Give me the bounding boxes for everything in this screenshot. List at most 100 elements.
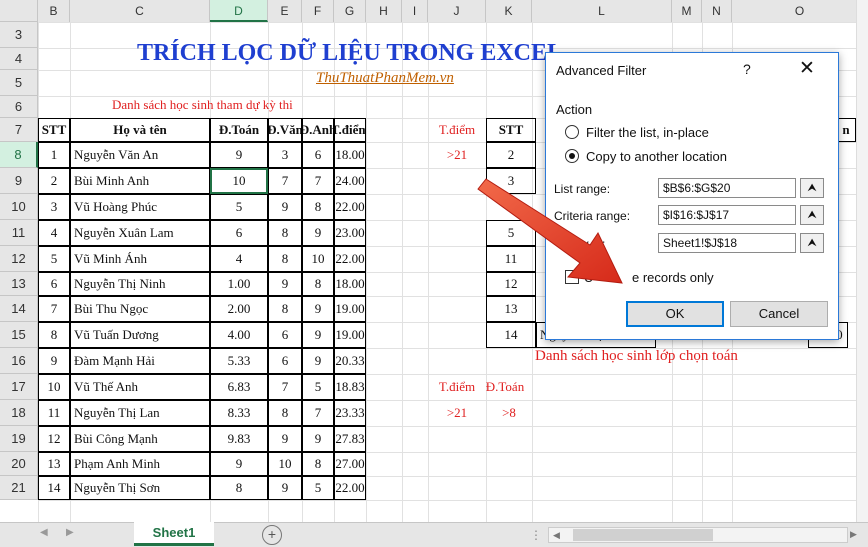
table-cell[interactable]: 5.33: [210, 348, 268, 374]
table-cell[interactable]: 9: [268, 426, 302, 452]
criteria1-value[interactable]: >21: [428, 142, 486, 168]
row-header-5[interactable]: 5: [0, 70, 38, 96]
copy-to-input[interactable]: Sheet1!$J$18: [658, 233, 796, 253]
table-header-cell[interactable]: STT: [38, 118, 70, 142]
column-header-h[interactable]: H: [366, 0, 402, 22]
vertical-scrollbar[interactable]: [856, 0, 868, 522]
criteria2-value-total[interactable]: >21: [428, 400, 486, 426]
table-cell[interactable]: 8: [302, 194, 334, 220]
table-cell[interactable]: 9: [302, 322, 334, 348]
table-cell[interactable]: Nguyễn Xuân Lam: [70, 220, 210, 246]
table-cell[interactable]: 1.00: [210, 272, 268, 296]
scroll-thumb[interactable]: [573, 529, 713, 541]
table-cell[interactable]: 12: [38, 426, 70, 452]
row-header-4[interactable]: 4: [0, 48, 38, 70]
table-cell[interactable]: 5: [38, 246, 70, 272]
table-cell[interactable]: 6.83: [210, 374, 268, 400]
table-cell[interactable]: 8: [38, 322, 70, 348]
table-cell[interactable]: 10: [302, 246, 334, 272]
row-header-17[interactable]: 17: [0, 374, 38, 400]
table-cell[interactable]: 5: [210, 194, 268, 220]
table-cell[interactable]: 18.83: [334, 374, 366, 400]
table-cell[interactable]: 8: [302, 272, 334, 296]
table-cell[interactable]: 8: [268, 246, 302, 272]
result-stt-cell[interactable]: 13: [486, 296, 536, 322]
tab-sheet1[interactable]: Sheet1: [134, 522, 214, 546]
tab-split-handle[interactable]: ⋮: [530, 528, 542, 542]
table-cell[interactable]: Nguyễn Thị Ninh: [70, 272, 210, 296]
column-header-f[interactable]: F: [302, 0, 334, 22]
table-cell[interactable]: 27.83: [334, 426, 366, 452]
table-cell[interactable]: 13: [38, 452, 70, 476]
table-header-cell[interactable]: Đ.Anh: [302, 118, 334, 142]
table-cell[interactable]: 8: [268, 400, 302, 426]
add-sheet-icon[interactable]: +: [262, 525, 282, 545]
column-header-b[interactable]: B: [38, 0, 70, 22]
table-cell[interactable]: 7: [38, 296, 70, 322]
column-header-n[interactable]: N: [702, 0, 732, 22]
list-range-input[interactable]: $B$6:$G$20: [658, 178, 796, 198]
table-cell[interactable]: Bùi Công Mạnh: [70, 426, 210, 452]
table-cell[interactable]: 6: [268, 322, 302, 348]
table-cell[interactable]: 6: [38, 272, 70, 296]
criteria-range-input[interactable]: $I$16:$J$17: [658, 205, 796, 225]
table-cell[interactable]: Vũ Tuấn Dương: [70, 322, 210, 348]
table-cell[interactable]: 1: [38, 142, 70, 168]
criteria2-value-math[interactable]: >8: [486, 400, 532, 426]
column-header-i[interactable]: I: [402, 0, 428, 22]
criteria-range-collapse-button[interactable]: ⮝: [800, 205, 824, 225]
row-header-12[interactable]: 12: [0, 246, 38, 272]
row-header-15[interactable]: 15: [0, 322, 38, 348]
table-cell[interactable]: 9: [268, 272, 302, 296]
row-header-19[interactable]: 19: [0, 426, 38, 452]
copy-to-collapse-button[interactable]: ⮝: [800, 233, 824, 253]
table-cell[interactable]: 9: [268, 476, 302, 500]
filter-in-place-radio[interactable]: [565, 125, 579, 139]
scroll-right-icon[interactable]: ▶: [850, 529, 857, 540]
table-cell[interactable]: 18.00: [334, 272, 366, 296]
column-header-k[interactable]: K: [486, 0, 532, 22]
table-cell[interactable]: 8: [210, 476, 268, 500]
table-cell[interactable]: Bùi Minh Anh: [70, 168, 210, 194]
table-header-cell[interactable]: Đ.Văn: [268, 118, 302, 142]
list-range-collapse-button[interactable]: ⮝: [800, 178, 824, 198]
row-header-7[interactable]: 7: [0, 118, 38, 142]
copy-to-location-label[interactable]: Copy to another location: [586, 149, 727, 164]
table-cell[interactable]: 22.00: [334, 476, 366, 500]
table-header-cell[interactable]: Đ.Toán: [210, 118, 268, 142]
table-cell[interactable]: 9: [302, 348, 334, 374]
criteria2-header-math[interactable]: Đ.Toán: [480, 374, 530, 400]
row-header-20[interactable]: 20: [0, 452, 38, 476]
table-cell[interactable]: 2.00: [210, 296, 268, 322]
table-cell[interactable]: 4: [38, 220, 70, 246]
row-header-18[interactable]: 18: [0, 400, 38, 426]
table-cell[interactable]: 20.33: [334, 348, 366, 374]
column-header-o[interactable]: O: [732, 0, 868, 22]
table-cell[interactable]: Vũ Hoàng Phúc: [70, 194, 210, 220]
column-header-d[interactable]: D: [210, 0, 268, 22]
table-cell[interactable]: Vũ Minh Ánh: [70, 246, 210, 272]
table-cell[interactable]: 27.00: [334, 452, 366, 476]
table-cell[interactable]: Nguyễn Văn An: [70, 142, 210, 168]
horizontal-scrollbar[interactable]: ◀: [548, 527, 848, 543]
table-cell[interactable]: Nguyễn Thị Lan: [70, 400, 210, 426]
table-cell[interactable]: 2: [38, 168, 70, 194]
table-header-cell[interactable]: T.điểm: [334, 118, 366, 142]
table-cell[interactable]: 8: [302, 452, 334, 476]
column-header-g[interactable]: G: [334, 0, 366, 22]
row-header-6[interactable]: 6: [0, 96, 38, 118]
table-cell[interactable]: 6: [268, 348, 302, 374]
table-cell[interactable]: 8.33: [210, 400, 268, 426]
table-cell[interactable]: 18.00: [334, 142, 366, 168]
table-cell[interactable]: Vũ Thế Anh: [70, 374, 210, 400]
column-header-l[interactable]: L: [532, 0, 672, 22]
criteria1-header[interactable]: T.điểm: [428, 118, 486, 142]
row-header-3[interactable]: 3: [0, 22, 38, 48]
table-cell[interactable]: 9: [302, 220, 334, 246]
table-cell[interactable]: 4: [210, 246, 268, 272]
table-cell[interactable]: 9.83: [210, 426, 268, 452]
scroll-tabs-left-icon[interactable]: ◀: [40, 527, 48, 538]
column-header-m[interactable]: M: [672, 0, 702, 22]
table-cell[interactable]: 10: [38, 374, 70, 400]
table-cell[interactable]: 22.00: [334, 194, 366, 220]
